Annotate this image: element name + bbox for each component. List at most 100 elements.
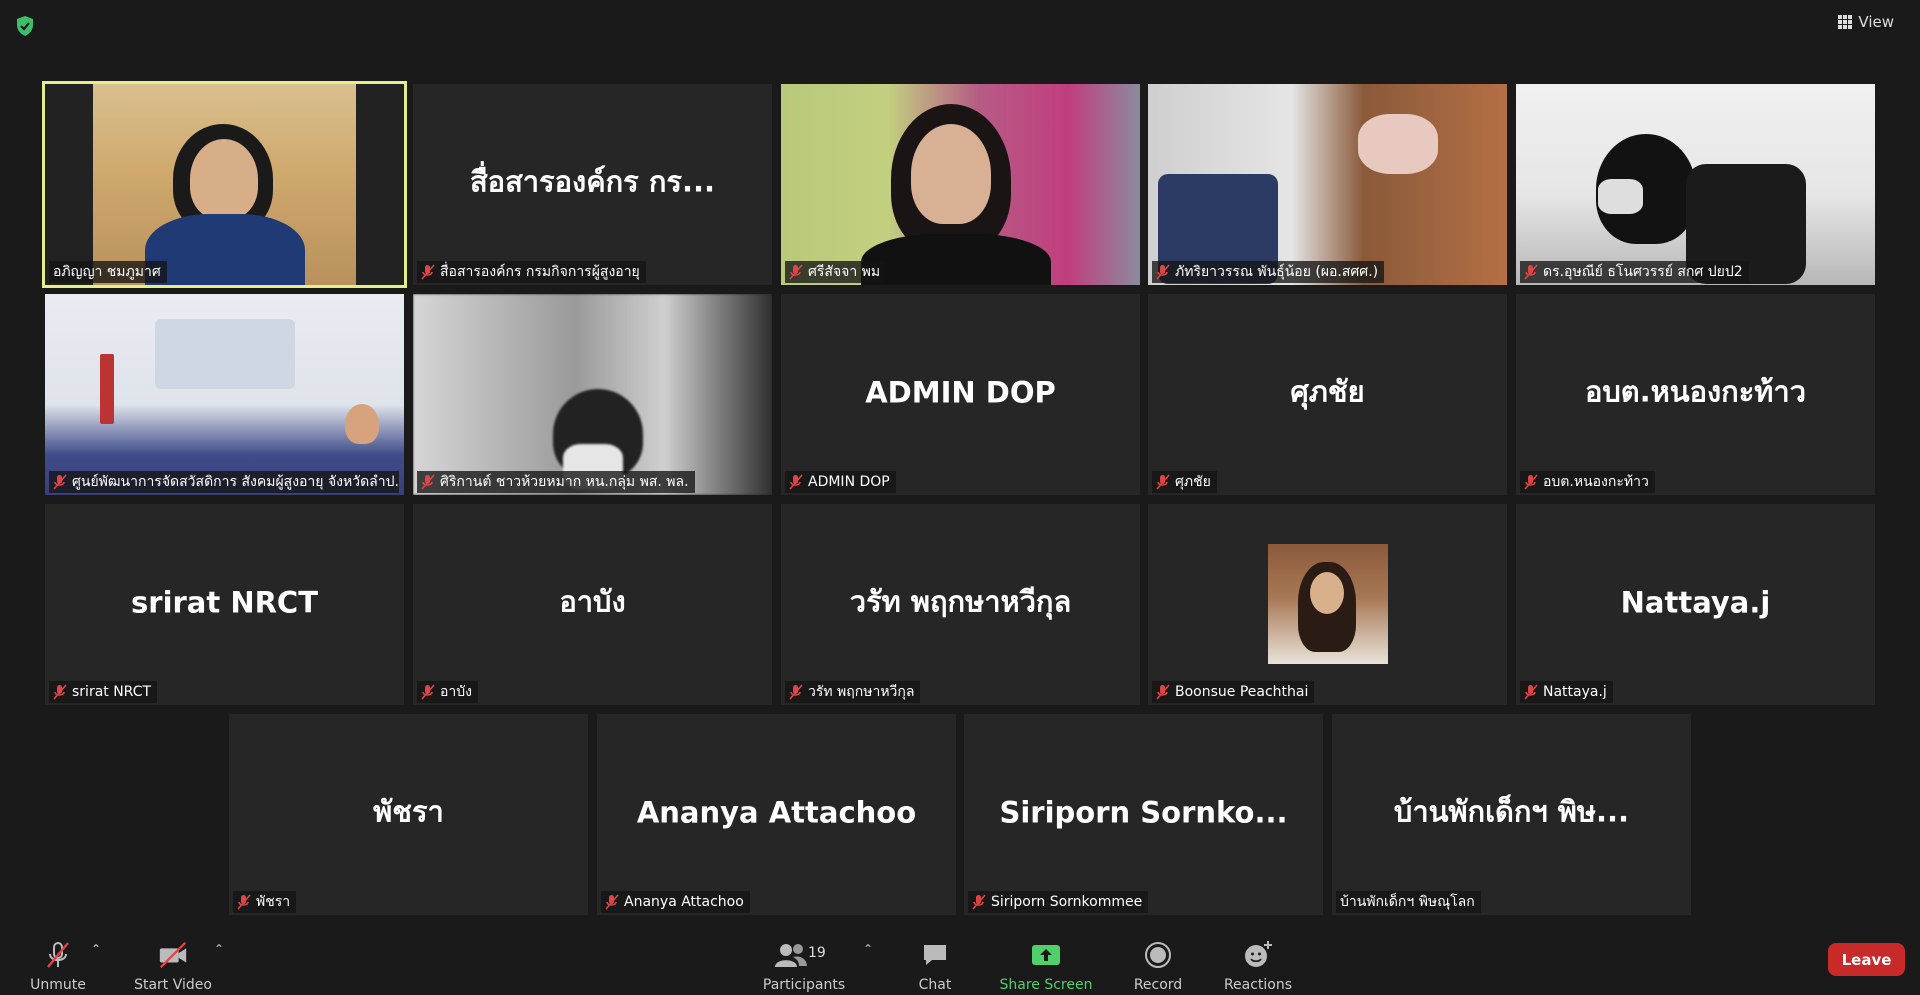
mic-muted-icon [1156,684,1170,700]
participant-name-label: ศุภชัย [1152,471,1217,493]
participant-display-name: บ้านพักเด็กฯ พิษ... [1393,793,1630,828]
participants-button[interactable]: 19 Participants [758,928,850,995]
participant-name-label: srirat NRCT [49,681,158,703]
mic-muted-icon [605,894,619,910]
participant-name-label: อภิญญา ชมภูมาศ [49,261,167,283]
video-feed [45,294,404,495]
video-tile[interactable]: ศูนย์พัฒนาการจัดสวัสดิการ สังคมผู้สูงอาย… [45,294,404,495]
video-tile[interactable]: ภัทริยาวรรณ พันธุ์น้อย (ผอ.สศศ.) [1148,84,1507,285]
participant-display-name: อบต.หนองกะท้าว [1584,373,1806,408]
video-tile[interactable]: ศรีสัจจา พม [781,84,1140,285]
video-feed [45,84,404,285]
mic-muted-icon [972,894,986,910]
camera-off-icon [159,941,187,969]
participant-display-name: วรัท พฤกษาหวีกุล [849,583,1072,618]
mic-muted-icon [421,684,435,700]
video-tile[interactable]: พัชรา พัชรา [229,714,588,915]
reactions-button[interactable]: Reactions [1218,928,1298,995]
security-shield-icon[interactable] [14,15,36,37]
participant-display-name: Nattaya.j [1620,584,1771,619]
participant-name-label: ศูนย์พัฒนาการจัดสวัสดิการ สังคมผู้สูงอาย… [49,471,399,493]
video-tile[interactable]: สื่อสารองค์กร กร... สื่อสารองค์กร กรมกิจ… [413,84,772,285]
video-tile[interactable]: ศุภชัย ศุภชัย [1148,294,1507,495]
video-feed [1148,84,1507,285]
participant-display-name: สื่อสารองค์กร กร... [469,163,716,198]
participant-display-name: Ananya Attachoo [636,794,917,829]
audio-options-caret-icon[interactable]: ⌃ [91,943,101,955]
video-tile-active-speaker[interactable]: อภิญญา ชมภูมาศ [42,81,407,288]
participant-display-name: srirat NRCT [131,584,318,619]
mic-muted-icon [789,264,803,280]
participant-name-label: ดร.อุษณีย์ ธโนศวรรย์ สกศ ปยป2 [1520,261,1749,283]
unmute-button[interactable]: Unmute [22,928,94,995]
mic-muted-icon [1156,264,1170,280]
profile-picture [1268,544,1388,664]
video-tile[interactable]: srirat NRCT srirat NRCT [45,504,404,705]
video-tile[interactable]: บ้านพักเด็กฯ พิษ... บ้านพักเด็กฯ พิษณุโล… [1332,714,1691,915]
participant-name-label: ศรีสัจจา พม [785,261,887,283]
participant-display-name: ADMIN DOP [865,374,1056,409]
share-screen-icon [1032,945,1060,965]
participant-display-name: Siriporn Sornko... [999,794,1288,829]
zoom-meeting-window: View อภิญญา ชมภูมาศ สื่อสารองค์กร กร... … [0,0,1920,995]
share-screen-label: Share Screen [999,977,1093,993]
video-tile[interactable]: Siriporn Sornko... Siriporn Sornkommee [964,714,1323,915]
participant-name-label: บ้านพักเด็กฯ พิษณุโลก [1336,891,1481,913]
video-tile[interactable]: วรัท พฤกษาหวีกุล วรัท พฤกษาหวีกุล [781,504,1140,705]
mic-muted-icon [53,474,67,490]
participant-name-label: Ananya Attachoo [601,891,750,913]
participant-display-name: พัชรา [373,793,444,828]
grid-icon [1838,15,1853,29]
participant-display-name: อาบัง [559,583,626,618]
video-tile[interactable]: ศิริกานต์ ชาวห้วยหมาก หน.กลุ่ม พส. พล. [413,294,772,495]
video-feed [413,294,772,495]
participants-options-caret-icon[interactable]: ⌃ [863,943,873,955]
reactions-label: Reactions [1223,977,1293,993]
mic-muted-icon [1156,474,1170,490]
start-video-label: Start Video [134,977,212,993]
participant-name-label: Boonsue Peachthai [1152,681,1315,703]
mic-muted-icon [1524,264,1538,280]
video-tile[interactable]: Ananya Attachoo Ananya Attachoo [597,714,956,915]
record-button[interactable]: Record [1120,928,1196,995]
video-tile[interactable]: อาบัง อาบัง [413,504,772,705]
unmute-label: Unmute [30,977,86,993]
leave-button[interactable]: Leave [1828,943,1905,976]
mic-muted-icon [1524,474,1538,490]
participant-name-label: วรัท พฤกษาหวีกุล [785,681,921,703]
smiley-add-icon [1245,941,1272,967]
mic-muted-icon [421,264,435,280]
participant-name-label: Nattaya.j [1520,681,1613,703]
video-tile[interactable]: อบต.หนองกะท้าว อบต.หนองกะท้าว [1516,294,1875,495]
participant-name-label: อาบัง [417,681,478,703]
mic-muted-icon [1524,684,1538,700]
participant-name-label: อบต.หนองกะท้าว [1520,471,1655,493]
view-label: View [1858,13,1894,31]
video-tile[interactable]: ดร.อุษณีย์ ธโนศวรรย์ สกศ ปยป2 [1516,84,1875,285]
participants-count: 19 [808,945,826,961]
participant-name-label: สื่อสารองค์กร กรมกิจการผู้สูงอายุ [417,261,646,283]
participants-icon [775,944,807,967]
chat-button[interactable]: Chat [900,928,970,995]
share-screen-button[interactable]: Share Screen [995,928,1097,995]
participant-name-label: ศิริกานต์ ชาวห้วยหมาก หน.กลุ่ม พส. พล. [417,471,695,493]
participants-label: Participants [762,977,846,993]
meeting-toolbar: Unmute ⌃ Start Video ⌃ 19 Participants ⌃… [0,928,1920,995]
video-tile[interactable]: Nattaya.j Nattaya.j [1516,504,1875,705]
view-button[interactable]: View [1830,10,1902,34]
record-label: Record [1133,977,1183,993]
chat-label: Chat [918,977,952,993]
participant-name-label: Siriporn Sornkommee [968,891,1149,913]
start-video-button[interactable]: Start Video [130,928,216,995]
mic-muted-icon [53,684,67,700]
video-tile[interactable]: ADMIN DOP ADMIN DOP [781,294,1140,495]
participant-name-label: ADMIN DOP [785,471,896,493]
video-feed [1516,84,1875,285]
mic-muted-icon [421,474,435,490]
chat-bubble-icon [924,945,946,965]
mic-muted-icon [237,894,251,910]
mic-muted-icon [789,474,803,490]
video-options-caret-icon[interactable]: ⌃ [214,943,224,955]
participant-name-label: พัชรา [233,891,297,913]
video-tile[interactable]: Boonsue Peachthai [1148,504,1507,705]
